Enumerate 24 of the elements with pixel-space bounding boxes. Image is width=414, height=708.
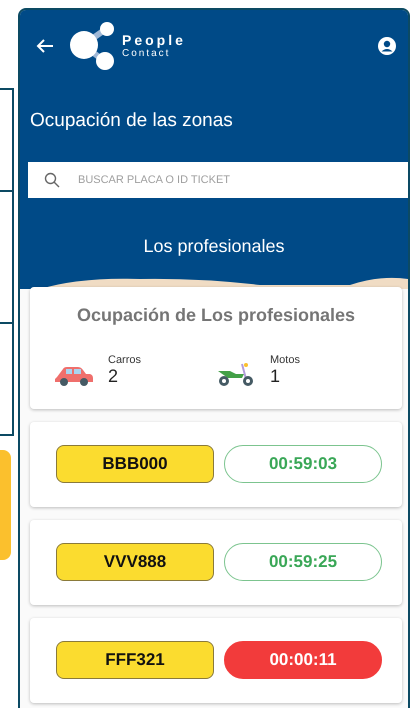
card-title: Ocupación de Los profesionales — [76, 304, 356, 327]
logo-text: Contact — [122, 48, 172, 59]
zone-tab[interactable]: Los profesionales — [20, 198, 408, 275]
license-plate: FFF321 — [56, 641, 214, 679]
car-icon — [54, 365, 94, 387]
timer-badge: 00:59:25 — [224, 543, 382, 581]
count-label: Motos — [270, 354, 300, 366]
search-icon — [44, 172, 60, 188]
ticket-card[interactable]: BBB000 00:59:03 — [30, 422, 402, 507]
back-arrow-icon[interactable] — [36, 38, 54, 54]
count-value: 2 — [108, 366, 120, 387]
page-title: Ocupación de las zonas — [30, 110, 234, 132]
logo-text: People — [122, 33, 186, 48]
user-icon[interactable] — [378, 37, 396, 55]
ticket-card[interactable]: FFF321 00:00:11 — [30, 618, 402, 703]
license-plate: BBB000 — [56, 445, 214, 483]
search-field[interactable]: BUSCAR PLACA O ID TICKET — [28, 162, 408, 198]
timer-badge: 00:59:03 — [224, 445, 382, 483]
timer-badge: 00:00:11 — [224, 641, 382, 679]
count-label: Carros — [108, 354, 142, 366]
license-plate: VVV888 — [56, 543, 214, 581]
motorcycle-icon — [216, 361, 256, 387]
ticket-card[interactable]: VVV888 00:59:25 — [30, 520, 402, 605]
count-value: 1 — [270, 366, 282, 387]
